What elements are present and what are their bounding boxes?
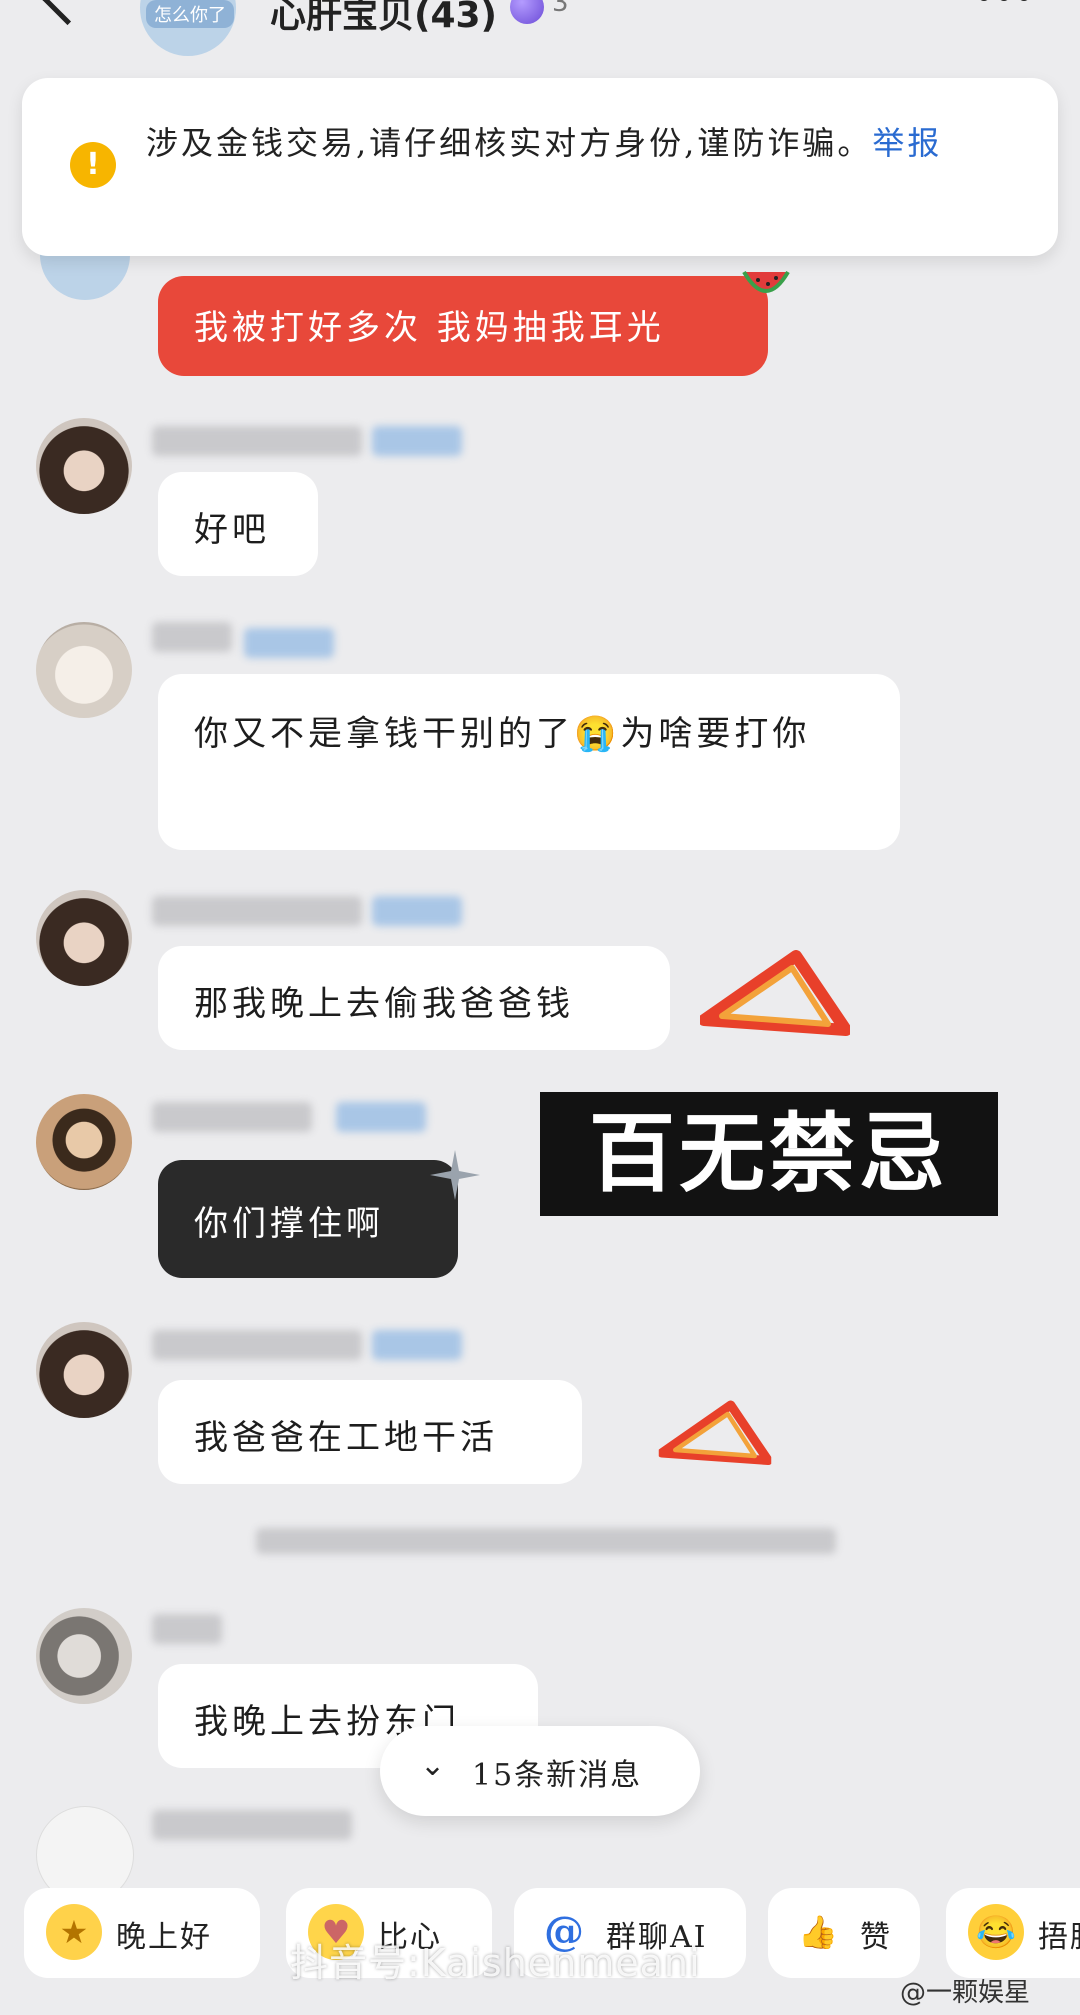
message-bubble[interactable]: 好吧 <box>158 472 318 576</box>
star-face-icon: ★ <box>46 1904 102 1960</box>
message-text: 好吧 <box>194 510 270 550</box>
sender-name-redacted <box>152 1330 362 1360</box>
sender-name-redacted <box>152 1810 352 1840</box>
message-bubble[interactable]: 你们撑住啊 <box>158 1160 458 1278</box>
quick-reply-chip[interactable]: 👍 赞 <box>768 1888 920 1978</box>
avatar[interactable] <box>36 622 132 718</box>
sender-name-redacted <box>152 426 362 456</box>
fraud-warning-text: 涉及金钱交易,请仔细核实对方身份,谨防诈骗。举报 <box>146 118 976 168</box>
message-text: 我被打好多次 我妈抽我耳光 <box>194 308 665 348</box>
message-bubble[interactable]: 你又不是拿钱干别的了😭为啥要打你 <box>158 674 900 850</box>
weibo-watermark: @一颗娱星 <box>900 1978 1031 2008</box>
quick-reply-label: 晚上好 <box>116 1920 212 1955</box>
message-bubble[interactable]: 我爸爸在工地干活 <box>158 1380 582 1484</box>
sender-name-redacted <box>152 622 232 652</box>
back-arrow-icon[interactable] <box>39 0 96 26</box>
system-notice-redacted <box>256 1528 836 1554</box>
new-messages-label: 15条新消息 <box>472 1758 643 1793</box>
arrow-sticker-icon <box>698 950 852 1050</box>
member-badge-count: 3 <box>552 0 569 18</box>
douyin-watermark: 抖音号:Kaishenmeani <box>290 1941 701 1985</box>
quick-reply-label: 赞 <box>860 1920 892 1955</box>
message-text: 那我晚上去偷我爸爸钱 <box>194 984 574 1024</box>
chat-header: 怎么你了 心肝宝贝(43) 3 <box>0 0 1080 60</box>
thumbs-up-icon: 👍 <box>790 1904 846 1960</box>
sender-tag-redacted <box>244 628 334 658</box>
quick-reply-label: 捂脸 <box>1038 1920 1080 1955</box>
sender-name-redacted <box>152 1614 222 1644</box>
message-bubble[interactable]: 我被打好多次 我妈抽我耳光 <box>158 276 768 376</box>
group-avatar-tag: 怎么你了 <box>146 0 234 28</box>
group-title[interactable]: 心肝宝贝(43) <box>270 0 497 38</box>
sender-tag-redacted <box>372 426 462 456</box>
arrow-sticker-icon <box>657 1400 773 1476</box>
avatar[interactable] <box>36 890 132 986</box>
sender-name-redacted <box>152 896 362 926</box>
new-messages-button[interactable]: ⌄ 15条新消息 <box>380 1726 700 1816</box>
quick-reply-chip[interactable]: ★ 晚上好 <box>24 1888 260 1978</box>
fraud-warning-message: 涉及金钱交易,请仔细核实对方身份,谨防诈骗。 <box>146 124 873 162</box>
sender-tag-redacted <box>372 1330 462 1360</box>
message-bubble[interactable]: 那我晚上去偷我爸爸钱 <box>158 946 670 1050</box>
member-badge-icon <box>510 0 544 24</box>
avatar[interactable] <box>36 418 132 514</box>
watermelon-icon <box>742 270 790 300</box>
avatar[interactable] <box>36 1094 132 1190</box>
quick-reply-chip[interactable]: 😂 捂脸 <box>946 1888 1080 1978</box>
message-text: 我爸爸在工地干活 <box>194 1418 498 1458</box>
sender-tag-redacted <box>336 1102 426 1132</box>
report-link[interactable]: 举报 <box>872 124 942 162</box>
avatar[interactable] <box>36 1608 132 1704</box>
sender-name-redacted <box>152 1102 312 1132</box>
sparkle-icon <box>430 1150 480 1200</box>
message-text: 你们撑住啊 <box>194 1204 384 1244</box>
double-chevron-down-icon: ⌄ <box>420 1748 446 1783</box>
caption-overlay: 百无禁忌 <box>540 1092 998 1216</box>
sender-tag-redacted <box>372 896 462 926</box>
avatar[interactable] <box>36 1322 132 1418</box>
laugh-cry-icon: 😂 <box>968 1904 1024 1960</box>
warning-icon: ! <box>70 142 116 188</box>
more-options-icon[interactable] <box>978 0 1048 6</box>
message-text: 你又不是拿钱干别的了😭为啥要打你 <box>194 714 811 754</box>
